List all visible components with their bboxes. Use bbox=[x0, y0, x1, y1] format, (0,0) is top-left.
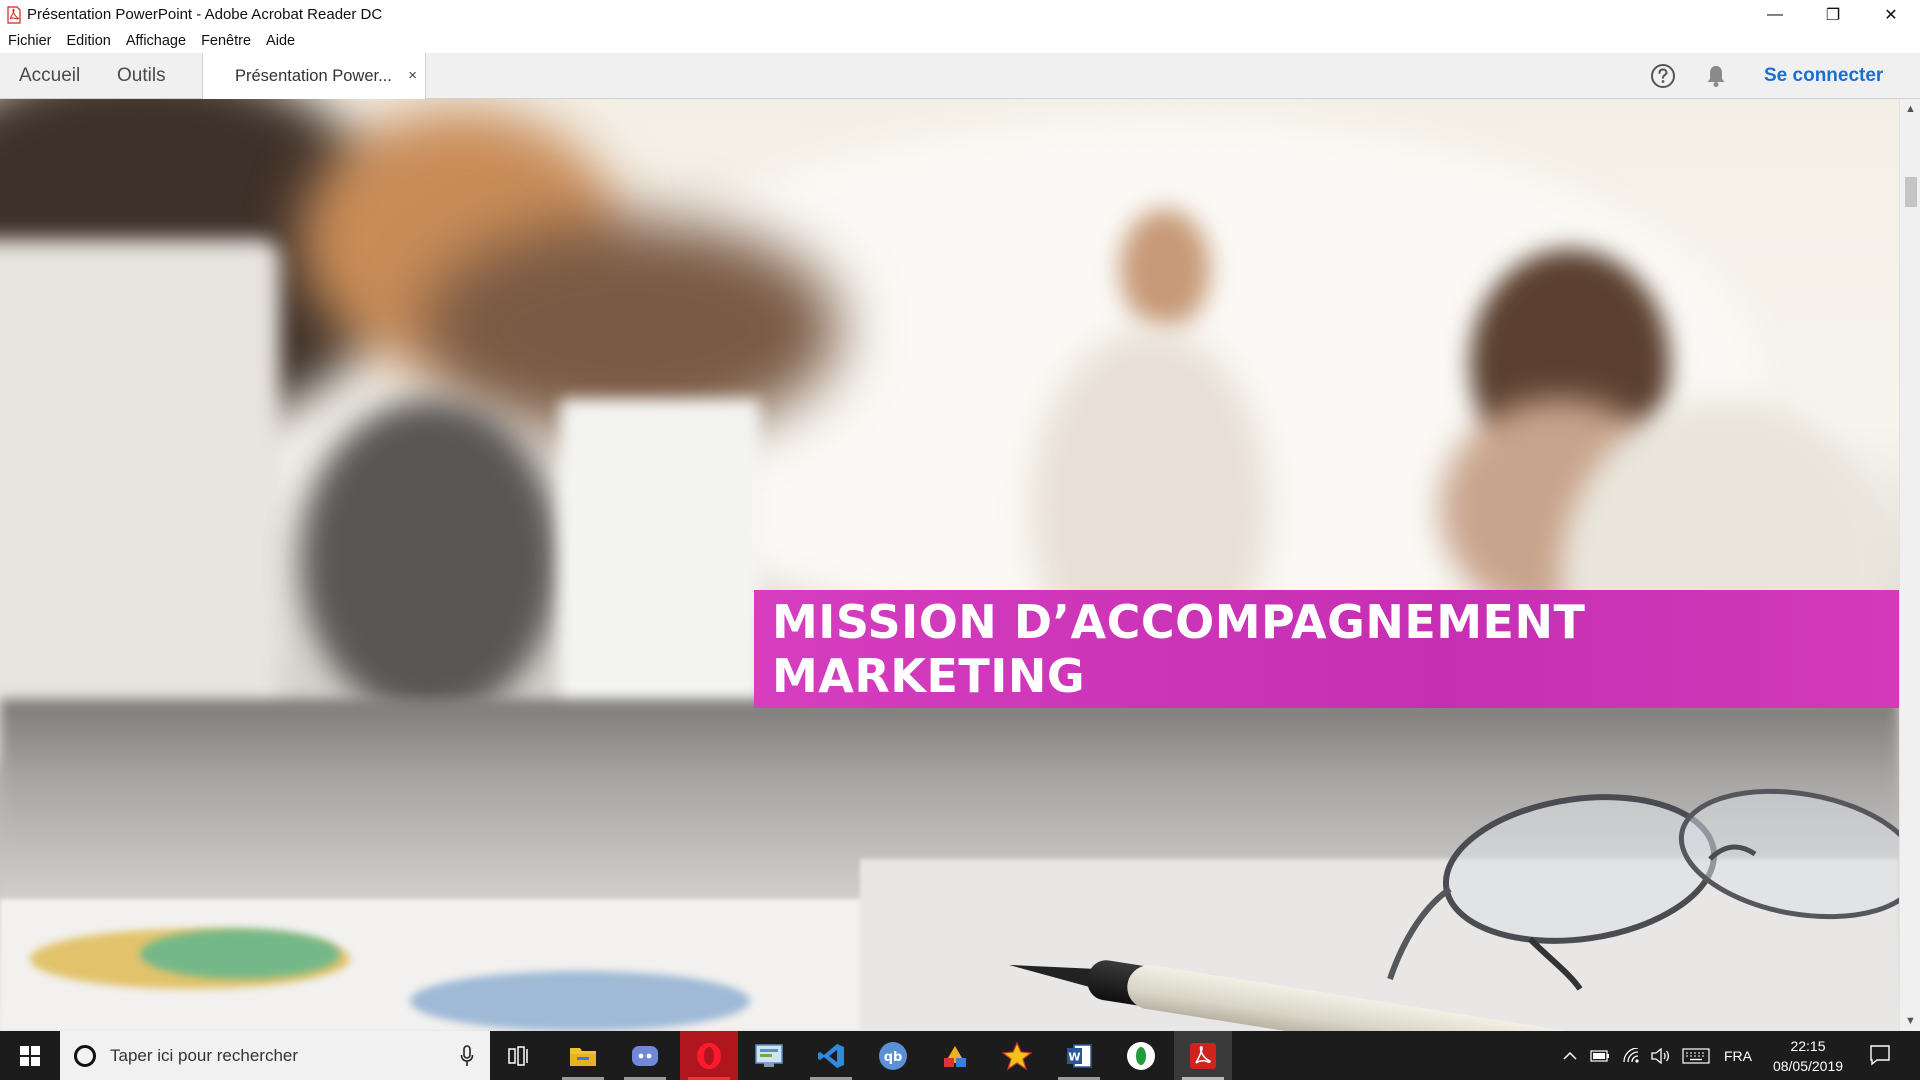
battery-icon[interactable] bbox=[1590, 1031, 1610, 1080]
acrobat-tab-bar: Accueil Outils Présentation Power... × S… bbox=[0, 53, 1920, 100]
opera-icon[interactable] bbox=[680, 1031, 738, 1080]
qbittorrent-icon[interactable]: qb bbox=[864, 1031, 922, 1080]
menu-edit[interactable]: Edition bbox=[67, 33, 111, 49]
vscode-icon[interactable] bbox=[802, 1031, 860, 1080]
tray-chevron-icon[interactable] bbox=[1562, 1031, 1578, 1080]
slide-background-photo bbox=[0, 99, 1899, 1031]
menu-window[interactable]: Fenêtre bbox=[201, 33, 251, 49]
paint-app-icon[interactable] bbox=[926, 1031, 984, 1080]
menu-file[interactable]: Fichier bbox=[8, 33, 52, 49]
action-center-icon[interactable] bbox=[1868, 1043, 1892, 1067]
volume-icon[interactable] bbox=[1650, 1031, 1670, 1080]
task-view-icon[interactable] bbox=[490, 1031, 548, 1080]
scroll-thumb[interactable] bbox=[1905, 177, 1917, 207]
scroll-up-arrow[interactable]: ▲ bbox=[1900, 99, 1920, 119]
search-placeholder: Taper ici pour rechercher bbox=[110, 1045, 299, 1065]
tab-document[interactable]: Présentation Power... × bbox=[202, 53, 426, 100]
document-viewport[interactable]: MISSION D’ACCOMPAGNEMENT MARKETING bbox=[0, 99, 1899, 1031]
clock-date: 08/05/2019 bbox=[1772, 1058, 1844, 1074]
notifications-bell-icon[interactable] bbox=[1704, 63, 1728, 89]
restore-button[interactable]: ❐ bbox=[1804, 0, 1862, 29]
word-icon[interactable]: W bbox=[1050, 1031, 1108, 1080]
close-window-button[interactable]: ✕ bbox=[1862, 0, 1920, 29]
taskbar-search-box[interactable]: Taper ici pour rechercher bbox=[60, 1031, 490, 1080]
microphone-icon[interactable] bbox=[460, 1045, 474, 1067]
discord-icon[interactable] bbox=[616, 1031, 674, 1080]
green-app-icon[interactable] bbox=[1112, 1031, 1170, 1080]
slide-title: MISSION D’ACCOMPAGNEMENT MARKETING bbox=[772, 595, 1586, 703]
vertical-scrollbar[interactable]: ▲ ▼ bbox=[1899, 99, 1920, 1031]
acrobat-reader-icon[interactable] bbox=[1174, 1031, 1232, 1080]
document-tab-label: Présentation Power... bbox=[235, 67, 392, 85]
help-icon[interactable] bbox=[1650, 63, 1676, 89]
tab-tools[interactable]: Outils bbox=[117, 53, 166, 99]
menu-bar: Fichier Edition Affichage Fenêtre Aide bbox=[0, 29, 1920, 53]
menu-help[interactable]: Aide bbox=[266, 33, 295, 49]
menu-view[interactable]: Affichage bbox=[126, 33, 186, 49]
window-title: Présentation PowerPoint - Adobe Acrobat … bbox=[27, 6, 383, 23]
scroll-down-arrow[interactable]: ▼ bbox=[1900, 1011, 1920, 1031]
svg-text:W: W bbox=[1068, 1050, 1080, 1063]
slide-title-banner: MISSION D’ACCOMPAGNEMENT MARKETING bbox=[754, 590, 1899, 708]
tab-home[interactable]: Accueil bbox=[19, 53, 80, 99]
window-title-bar: Présentation PowerPoint - Adobe Acrobat … bbox=[0, 0, 1920, 29]
close-tab-icon[interactable]: × bbox=[408, 67, 417, 84]
start-button[interactable] bbox=[0, 1031, 60, 1080]
keyboard-icon[interactable] bbox=[1682, 1031, 1710, 1080]
sign-in-link[interactable]: Se connecter bbox=[1764, 53, 1883, 99]
cortana-icon bbox=[74, 1044, 96, 1067]
windows-taskbar: Taper ici pour rechercher qb W FRA 22:15… bbox=[0, 1031, 1920, 1080]
wifi-icon[interactable] bbox=[1622, 1031, 1642, 1080]
minimize-button[interactable]: — bbox=[1746, 0, 1804, 29]
eyeglasses-image bbox=[1380, 749, 1899, 999]
windows-logo-icon bbox=[20, 1045, 40, 1066]
svg-text:qb: qb bbox=[884, 1050, 903, 1065]
acrobat-app-icon bbox=[6, 5, 22, 24]
taskbar-clock[interactable]: 22:15 08/05/2019 bbox=[1760, 1036, 1856, 1076]
star-app-icon[interactable] bbox=[988, 1031, 1046, 1080]
file-explorer-icon[interactable] bbox=[554, 1031, 612, 1080]
control-panel-icon[interactable] bbox=[740, 1031, 798, 1080]
clock-time: 22:15 bbox=[1790, 1038, 1826, 1054]
language-indicator[interactable]: FRA bbox=[1724, 1031, 1752, 1080]
